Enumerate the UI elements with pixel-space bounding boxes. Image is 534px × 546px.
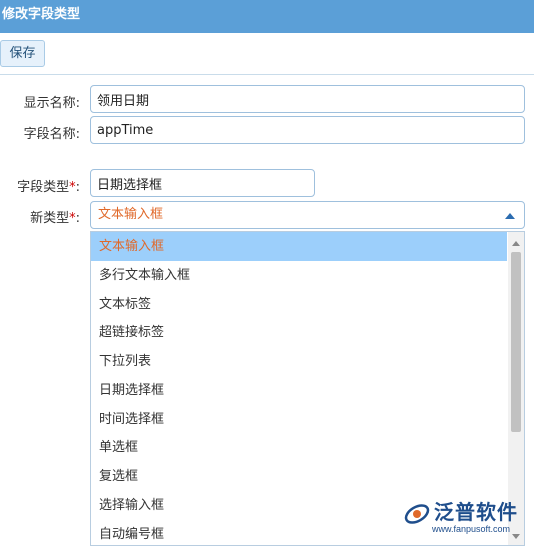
field-type-label: 字段类型*:: [0, 176, 80, 195]
window-title: 修改字段类型: [0, 0, 534, 33]
toolbar: 保存: [0, 33, 534, 75]
new-type-label-colon: :: [75, 211, 80, 226]
field-name-label: 字段名称:: [23, 127, 80, 142]
field-type-label-colon: :: [75, 180, 80, 195]
new-type-select-value: 文本输入框: [98, 207, 164, 222]
caret-up-icon[interactable]: [505, 213, 515, 219]
fanpu-logo-icon: [404, 504, 430, 524]
dropdown-option-8[interactable]: 复选框: [91, 462, 507, 491]
dropdown-option-3[interactable]: 超链接标签: [91, 318, 507, 347]
field-name-field[interactable]: [90, 116, 525, 144]
field-type-field: [90, 169, 315, 197]
dropdown-option-6[interactable]: 时间选择框: [91, 405, 507, 434]
new-type-label-text: 新类型: [30, 211, 70, 226]
scrollbar-thumb[interactable]: [511, 252, 521, 432]
watermark-url: www.fanpusoft.com: [432, 524, 511, 534]
dropdown-option-2[interactable]: 文本标签: [91, 290, 507, 319]
dropdown-option-5[interactable]: 日期选择框: [91, 376, 507, 405]
dropdown-option-4[interactable]: 下拉列表: [91, 347, 507, 376]
save-button[interactable]: 保存: [0, 40, 45, 67]
new-type-label: 新类型*:: [0, 207, 80, 226]
brand-watermark: 泛普软件 www.fanpusoft.com: [402, 496, 532, 542]
display-name-label: 显示名称:: [23, 96, 80, 111]
new-type-select[interactable]: 文本输入框: [90, 201, 525, 229]
scroll-up-icon[interactable]: [512, 241, 520, 246]
display-name-field[interactable]: [90, 85, 525, 113]
watermark-brand: 泛普软件: [434, 500, 518, 524]
dropdown-option-7[interactable]: 单选框: [91, 433, 507, 462]
field-type-label-text: 字段类型: [17, 180, 70, 195]
dropdown-option-0[interactable]: 文本输入框: [91, 232, 507, 261]
dropdown-option-1[interactable]: 多行文本输入框: [91, 261, 507, 290]
